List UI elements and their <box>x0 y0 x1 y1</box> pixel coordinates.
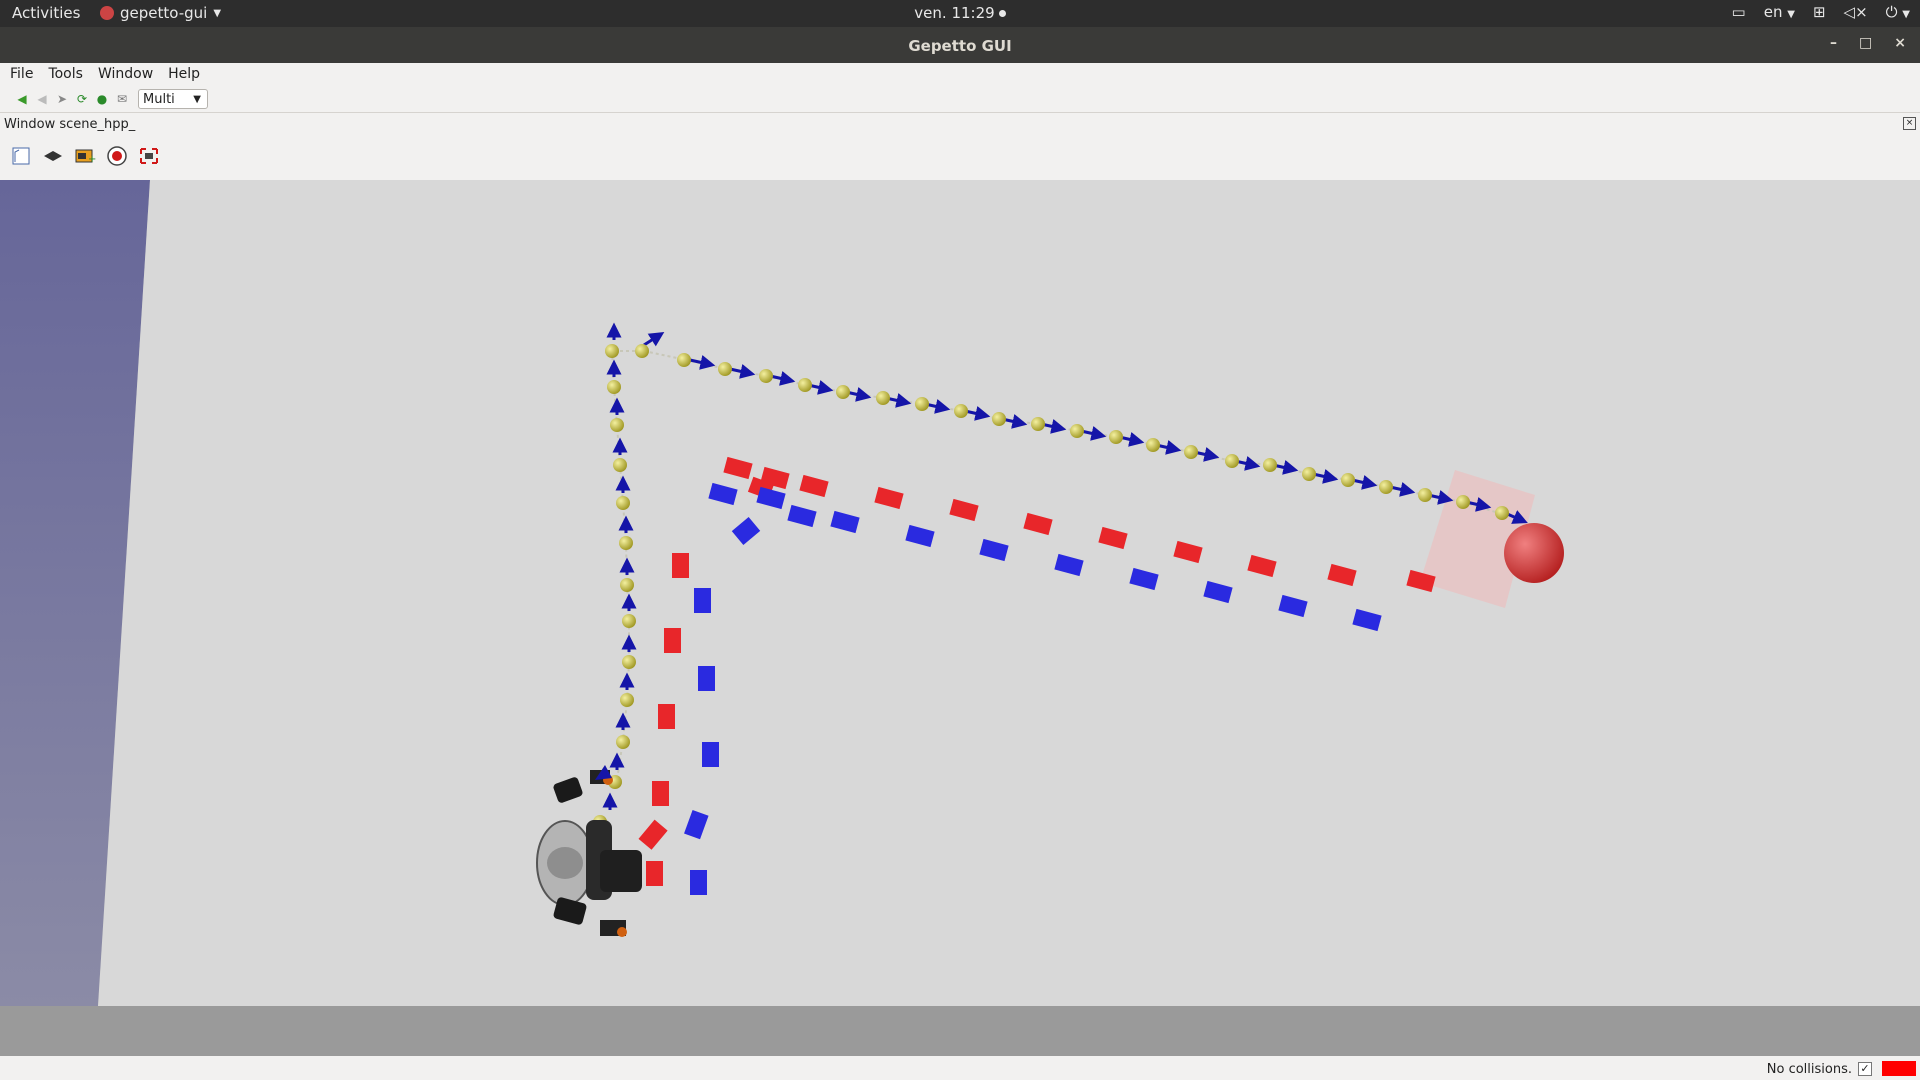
dock-close-icon[interactable]: × <box>1903 117 1916 130</box>
collision-status: No collisions. <box>1766 1062 1852 1077</box>
menu-file[interactable]: File <box>5 66 38 82</box>
arrow-icon[interactable]: ➤ <box>54 91 70 107</box>
menu-tools[interactable]: Tools <box>43 66 88 82</box>
menu-window[interactable]: Window <box>93 66 158 82</box>
clock-label: ven. 11:29 <box>914 4 995 22</box>
camera-view-icon[interactable] <box>10 145 32 167</box>
system-top-bar: Activities gepetto-gui ▼ ven. 11:29 ▭ en… <box>0 0 1920 27</box>
chevron-down-icon: ▼ <box>1787 9 1795 20</box>
ground-plane <box>98 180 1920 1006</box>
mode-select-value: Multi <box>143 91 175 107</box>
status-bar: No collisions. ✓ <box>0 1058 1920 1080</box>
window-title-bar: Gepetto GUI – □ × <box>0 27 1920 63</box>
system-tray: ▭ en ▼ ⊞ ◁× ⏻ ▼ <box>1732 3 1910 21</box>
robot-icon[interactable]: ● <box>94 91 110 107</box>
maximize-button[interactable]: □ <box>1859 35 1872 51</box>
screenshot-icon[interactable]: ✉ <box>114 91 130 107</box>
goal-sphere <box>1504 523 1564 583</box>
ground-plane-icon[interactable] <box>42 145 64 167</box>
3d-viewport[interactable] <box>0 180 1920 1056</box>
window-title: Gepetto GUI <box>908 37 1012 55</box>
volume-muted-icon[interactable]: ◁× <box>1844 3 1868 21</box>
menu-bar: File Tools Window Help <box>0 63 1920 85</box>
chevron-down-icon: ▼ <box>193 93 201 105</box>
record-icon[interactable] <box>106 145 128 167</box>
viewport-toolbar: + <box>0 139 1920 173</box>
main-toolbar: ◀ ◀ ➤ ⟳ ● ✉ Multi ▼ <box>0 86 1920 113</box>
collision-checkbox[interactable]: ✓ <box>1858 1062 1872 1076</box>
dock-header: Window scene_hpp_ × <box>0 113 1920 135</box>
clock[interactable]: ven. 11:29 <box>0 4 1920 22</box>
mode-select[interactable]: Multi ▼ <box>138 89 208 109</box>
svg-text:+: + <box>88 154 96 165</box>
menu-help[interactable]: Help <box>163 66 205 82</box>
collision-indicator <box>1882 1061 1916 1076</box>
window-controls: – □ × <box>1830 35 1906 51</box>
display-icon[interactable]: ▭ <box>1732 3 1746 21</box>
language-label: en <box>1763 3 1783 21</box>
notification-dot-icon <box>998 10 1006 17</box>
chevron-down-icon: ▼ <box>1902 9 1910 20</box>
language-indicator[interactable]: en ▼ <box>1764 3 1795 21</box>
scene-canvas[interactable] <box>0 180 1920 1056</box>
add-node-icon[interactable]: ◀ <box>14 91 30 107</box>
minimize-button[interactable]: – <box>1830 35 1837 51</box>
dock-title: Window scene_hpp_ <box>4 117 136 132</box>
ground-edge <box>0 1006 1920 1056</box>
remove-node-icon[interactable]: ◀ <box>34 91 50 107</box>
close-button[interactable]: × <box>1894 35 1906 51</box>
refresh-icon[interactable]: ⟳ <box>74 91 90 107</box>
fullscreen-icon[interactable] <box>138 145 160 167</box>
network-icon[interactable]: ⊞ <box>1813 3 1826 21</box>
add-camera-icon[interactable]: + <box>74 145 96 167</box>
power-icon[interactable]: ⏻ ▼ <box>1886 3 1910 21</box>
